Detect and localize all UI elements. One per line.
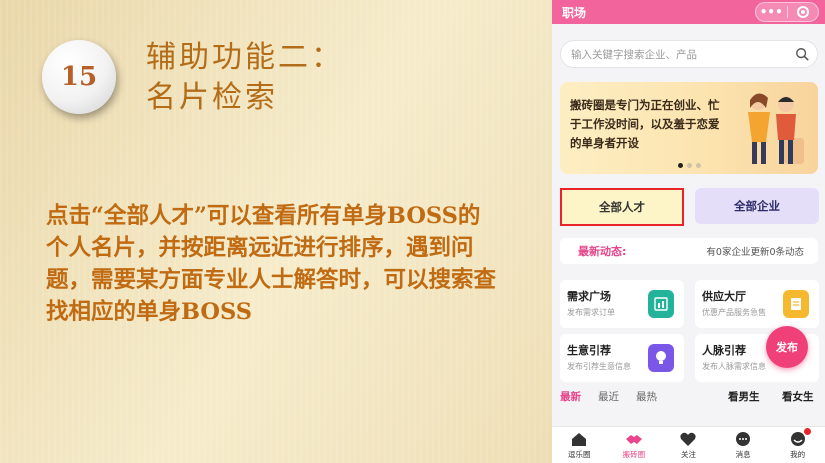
nav-label: 消息 <box>735 450 751 459</box>
card-supply-hall[interactable]: 供应大厅 优惠产品服务急售 <box>695 280 819 328</box>
nav-label: 我的 <box>790 450 806 459</box>
nav-label: 搬砖圈 <box>622 450 646 459</box>
feed-tabs: 最新 最近 最热 看男生 看女生 <box>552 384 825 410</box>
phone-screenshot: 职场 ••• 输入关键字搜索企业、产品 搬砖圈是专门为正在创业、忙于工作没时间，… <box>552 0 825 463</box>
search-bar[interactable]: 输入关键字搜索企业、产品 <box>560 40 818 68</box>
handshake-icon <box>625 435 642 444</box>
banner-text: 搬砖圈是专门为正在创业、忙于工作没时间，以及羞于恋爱的单身者开设 <box>570 98 720 150</box>
capsule-menu: ••• <box>755 2 819 22</box>
card-subtitle: 优惠产品服务急售 <box>702 308 766 317</box>
search-input[interactable]: 输入关键字搜索企业、产品 <box>571 47 697 62</box>
card-title: 需求广场 <box>567 290 611 303</box>
bottom-nav: 逗乐圈 搬砖圈 关注 消息 我的 <box>552 426 825 463</box>
nav-item-mine[interactable]: 我的 <box>770 427 825 463</box>
slide: 15 辅助功能二： 名片检索 点击“全部人才”可以查看所有单身BOSS的个人名片… <box>0 0 825 463</box>
home-icon <box>572 433 587 446</box>
bulb-icon <box>648 344 674 372</box>
pager-dot[interactable] <box>696 163 701 168</box>
all-company-button[interactable]: 全部企业 <box>695 188 819 224</box>
chart-icon <box>648 290 674 318</box>
banner-pager <box>678 163 701 168</box>
nav-label: 关注 <box>680 450 696 459</box>
nav-item-work-circle[interactable]: 搬砖圈 <box>607 427 662 463</box>
nav-item-messages[interactable]: 消息 <box>716 427 771 463</box>
card-business-referral[interactable]: 生意引荐 发布引荐生意信息 <box>560 334 684 382</box>
mini-program-navbar: 职场 ••• <box>552 0 825 24</box>
card-subtitle: 发布人脉需求信息 <box>702 362 766 371</box>
slide-title: 辅助功能二： 名片检索 <box>146 38 344 118</box>
slide-body-text: 点击“全部人才”可以查看所有单身BOSS的个人名片，并按距离远近进行排序，遇到问… <box>46 203 497 325</box>
pager-dot[interactable] <box>678 163 683 168</box>
close-miniprogram-button[interactable] <box>788 6 819 18</box>
pager-dot[interactable] <box>687 163 692 168</box>
more-menu-button[interactable]: ••• <box>756 3 787 21</box>
target-icon <box>796 6 809 18</box>
notification-badge <box>804 428 811 435</box>
card-title: 供应大厅 <box>702 290 746 303</box>
couple-illustration <box>748 93 804 164</box>
card-demand-square[interactable]: 需求广场 发布需求订单 <box>560 280 684 328</box>
promo-banner[interactable]: 搬砖圈是专门为正在创业、忙于工作没时间，以及羞于恋爱的单身者开设 <box>560 82 818 174</box>
nav-item-follow[interactable]: 关注 <box>661 427 716 463</box>
page-title: 职场 <box>562 5 587 20</box>
tab-nearby[interactable]: 最近 <box>598 389 619 404</box>
card-title: 生意引荐 <box>567 344 611 357</box>
card-subtitle: 发布引荐生意信息 <box>567 362 631 371</box>
tab-latest[interactable]: 最新 <box>560 389 581 404</box>
news-label: 最新动态: <box>578 245 627 258</box>
message-icon <box>736 432 751 446</box>
all-talent-button[interactable]: 全部人才 <box>560 188 684 226</box>
card-title: 人脉引荐 <box>702 344 746 357</box>
document-icon <box>783 290 809 318</box>
see-female-button[interactable]: 看女生 <box>782 389 814 404</box>
nav-label: 逗乐圈 <box>568 450 591 459</box>
see-male-button[interactable]: 看男生 <box>728 389 760 404</box>
news-value: 有0家企业更新0条动态 <box>706 247 804 258</box>
search-icon[interactable] <box>795 47 809 61</box>
latest-news-bar[interactable]: 最新动态: 有0家企业更新0条动态 <box>560 238 818 264</box>
card-subtitle: 发布需求订单 <box>567 308 615 317</box>
nav-item-fun-circle[interactable]: 逗乐圈 <box>552 427 607 463</box>
slide-title-line1: 辅助功能二： <box>146 40 344 75</box>
publish-fab-button[interactable]: 发布 <box>766 326 808 368</box>
slide-title-line2: 名片检索 <box>146 80 278 115</box>
slide-number-badge: 15 <box>42 40 116 114</box>
tab-hot[interactable]: 最热 <box>636 389 657 404</box>
heart-icon <box>680 432 697 446</box>
